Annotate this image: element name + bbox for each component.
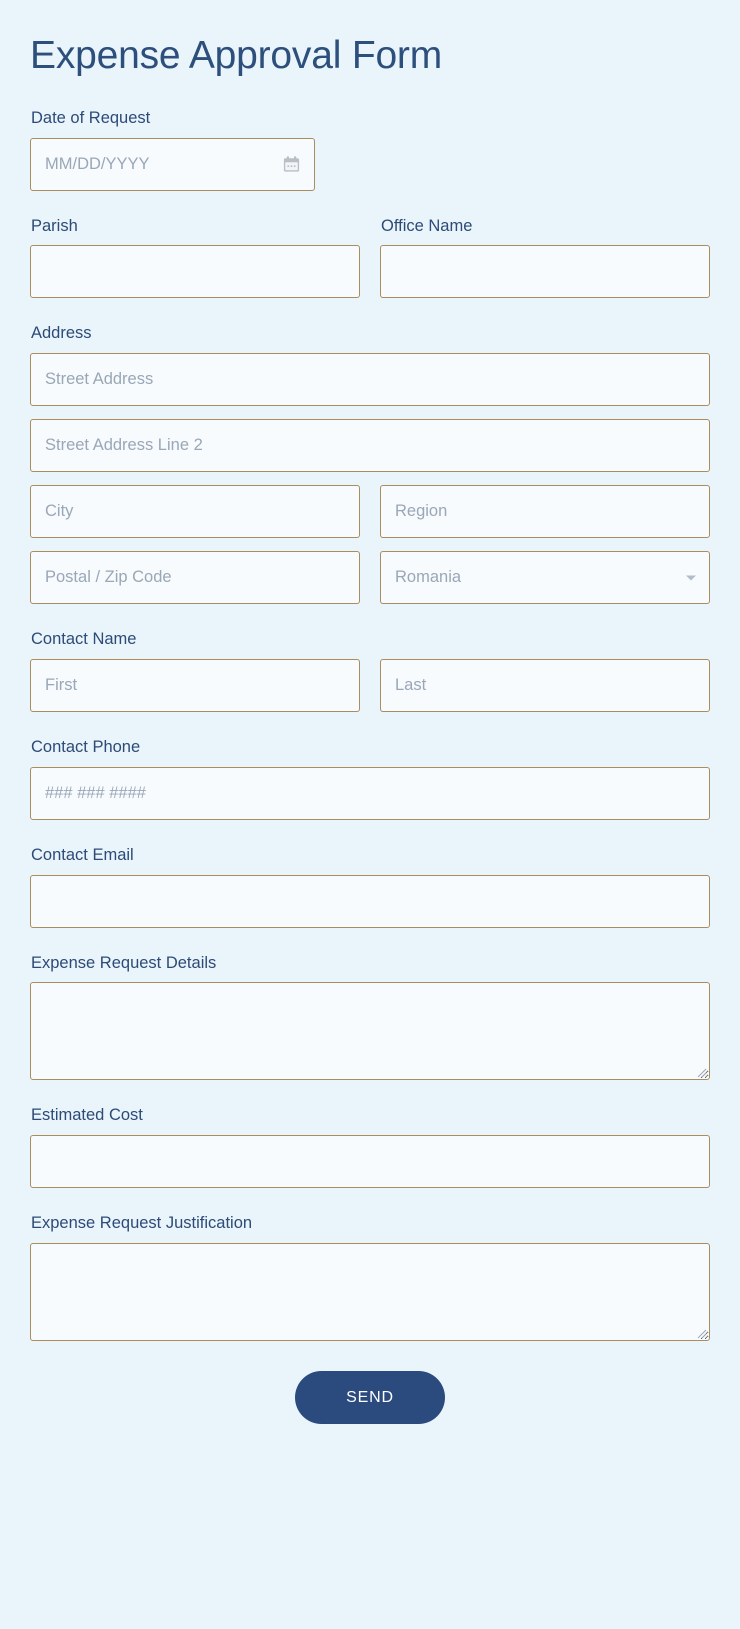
label-contact-phone: Contact Phone	[31, 738, 141, 757]
field-expense-request-details: Expense Request Details	[0, 954, 740, 1081]
region-input[interactable]	[380, 485, 710, 539]
label-parish: Parish	[31, 216, 78, 235]
label-estimated-cost: Estimated Cost	[31, 1106, 143, 1125]
postal-code-input[interactable]	[30, 551, 360, 605]
send-button[interactable]: SEND	[295, 1371, 445, 1425]
label-office-name: Office Name	[381, 216, 473, 235]
field-contact-name: Contact Name	[0, 630, 740, 713]
field-contact-email: Contact Email	[0, 846, 740, 928]
label-address: Address	[31, 324, 92, 343]
date-of-request-input[interactable]	[30, 137, 315, 191]
expense-request-justification-textarea[interactable]	[30, 1243, 710, 1342]
contact-email-input[interactable]	[30, 874, 710, 928]
chevron-down-icon	[686, 575, 696, 581]
country-select[interactable]: Romania	[380, 551, 710, 605]
field-contact-phone: Contact Phone	[0, 738, 740, 820]
field-office-name: Office Name	[380, 217, 710, 299]
first-name-input[interactable]	[30, 659, 360, 713]
date-of-request-wrapper	[30, 137, 315, 191]
parish-input[interactable]	[30, 245, 360, 299]
expense-approval-form: Expense Approval Form Date of Request MM…	[0, 0, 740, 1629]
field-date-of-request: Date of Request	[0, 109, 740, 191]
country-select-value: Romania	[395, 568, 462, 587]
field-address: Address Romania	[0, 324, 740, 605]
label-contact-email: Contact Email	[31, 845, 134, 864]
contact-phone-input[interactable]	[30, 766, 710, 820]
label-expense-request-details: Expense Request Details	[31, 953, 217, 972]
last-name-input[interactable]	[380, 659, 710, 713]
field-expense-request-justification: Expense Request Justification	[0, 1214, 740, 1342]
page-title: Expense Approval Form	[30, 34, 443, 77]
city-input[interactable]	[30, 485, 360, 539]
street-address-line-2-input[interactable]	[30, 419, 710, 473]
expense-request-details-textarea[interactable]	[30, 982, 710, 1081]
office-name-input[interactable]	[380, 245, 710, 299]
label-date-of-request: Date of Request	[31, 108, 151, 127]
submit-area: SEND	[0, 1341, 740, 1468]
estimated-cost-input[interactable]	[30, 1135, 710, 1189]
label-expense-request-justification: Expense Request Justification	[31, 1214, 253, 1233]
field-parish-office: Parish Office Name	[0, 217, 740, 299]
street-address-input[interactable]	[30, 353, 710, 407]
label-contact-name: Contact Name	[31, 630, 137, 649]
field-parish: Parish	[30, 217, 360, 299]
field-estimated-cost: Estimated Cost	[0, 1106, 740, 1189]
